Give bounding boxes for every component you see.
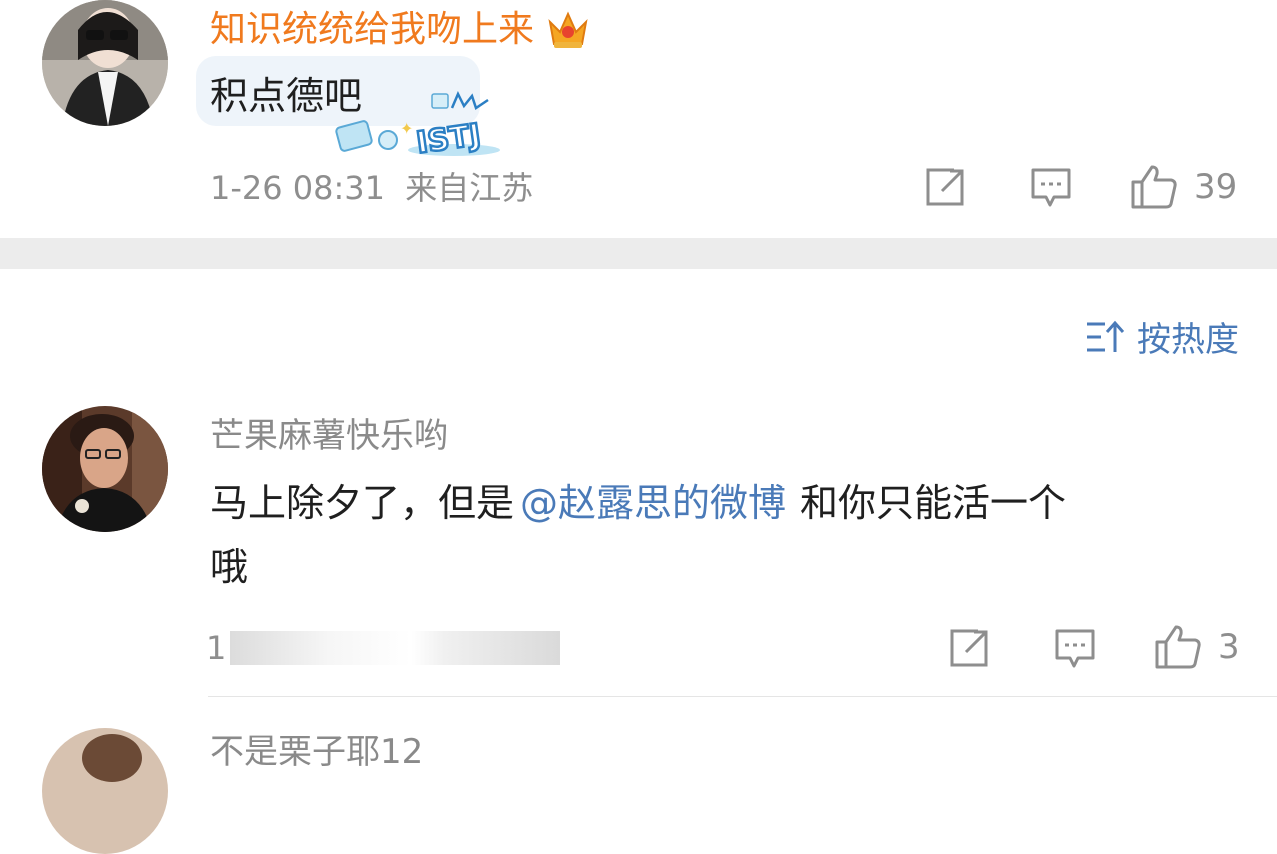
- comment-icon: [1055, 629, 1095, 668]
- istj-sticker: ✦ ISTJ: [334, 90, 504, 162]
- comment-button[interactable]: [1030, 167, 1072, 209]
- comment-meta: 1: [206, 628, 561, 668]
- share-icon: [950, 629, 988, 667]
- comment-time: 1: [206, 629, 227, 667]
- thumbs-up-icon: [1131, 165, 1177, 209]
- repost-button[interactable]: [924, 167, 966, 207]
- comment-text-line: 哦: [210, 545, 249, 589]
- avatar[interactable]: [42, 406, 168, 532]
- share-icon: [926, 168, 964, 206]
- thumbs-up-icon: [1155, 625, 1201, 669]
- like-count: 39: [1194, 167, 1238, 207]
- comment-meta: 1-26 08:31 来自江苏: [210, 168, 533, 208]
- comment-author[interactable]: 知识统统给我吻上来: [210, 8, 590, 52]
- redacted-text: [230, 631, 561, 665]
- comment-divider: [208, 696, 1277, 697]
- sort-toggle[interactable]: 按热度: [1085, 312, 1239, 361]
- repost-button[interactable]: [948, 628, 990, 668]
- sort-label: 按热度: [1137, 320, 1239, 360]
- comment-button[interactable]: [1054, 628, 1096, 670]
- avatar[interactable]: [42, 728, 168, 854]
- comment-location: 来自江苏: [405, 169, 534, 207]
- comment-text-line: 马上除夕了，但是 @赵露思的微博 和你只能活一个: [210, 481, 1067, 525]
- like-count: 3: [1218, 627, 1240, 667]
- section-separator: [0, 238, 1277, 269]
- crown-icon: [546, 8, 590, 52]
- avatar[interactable]: [42, 0, 168, 126]
- svg-text:✦: ✦: [400, 119, 413, 138]
- like-button[interactable]: 39: [1130, 164, 1237, 210]
- comment-author[interactable]: 不是栗子耶12: [210, 730, 423, 774]
- comment-author[interactable]: 芒果麻薯快乐哟: [210, 414, 448, 458]
- comment-icon: [1031, 168, 1071, 207]
- mention-link[interactable]: @赵露思的微博: [520, 481, 786, 525]
- comment-text: 马上除夕了，但是 @赵露思的微博 和你只能活一个 哦: [210, 471, 1250, 599]
- like-button[interactable]: 3: [1154, 624, 1240, 670]
- comment-time: 1-26 08:31: [210, 169, 386, 207]
- sort-icon: [1087, 320, 1125, 352]
